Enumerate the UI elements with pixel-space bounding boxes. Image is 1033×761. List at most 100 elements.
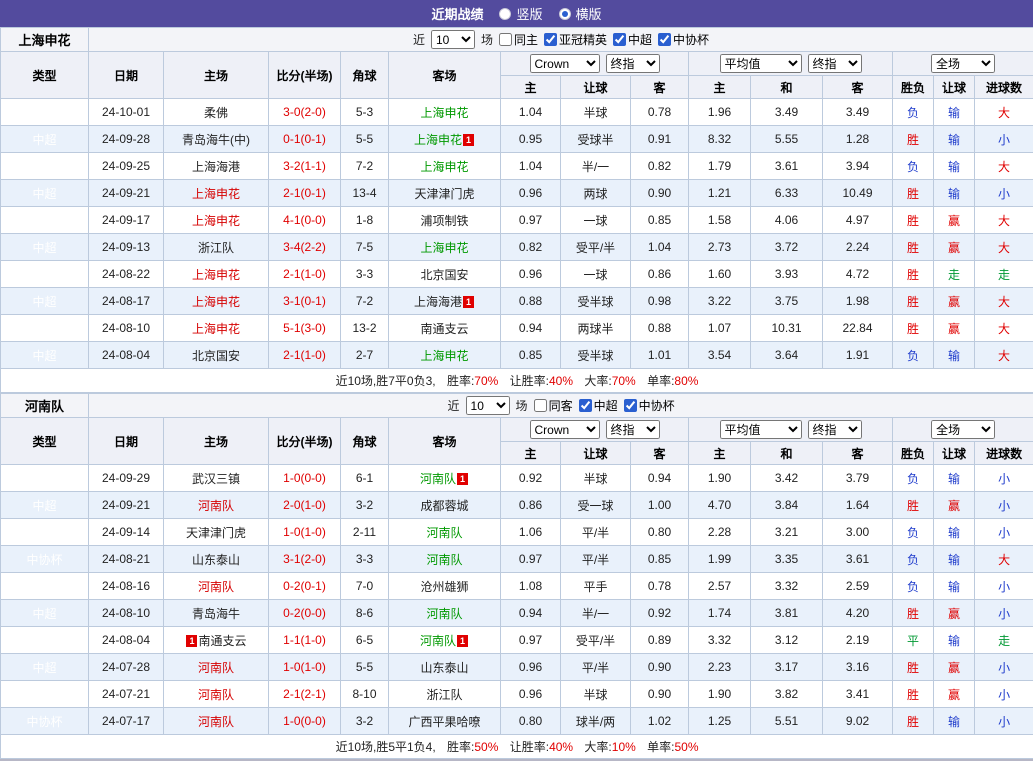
radio-label: 横版 <box>576 4 602 23</box>
home-team-link[interactable]: 武汉三镇 <box>192 472 240 486</box>
score-link[interactable]: 1-0(1-0) <box>283 660 326 674</box>
score-link[interactable]: 2-1(2-1) <box>283 687 326 701</box>
score-link[interactable]: 3-4(2-2) <box>283 240 326 254</box>
away-team-cell: 南通支云 <box>389 315 501 342</box>
score-link[interactable]: 0-2(0-1) <box>283 579 326 593</box>
away-team-link[interactable]: 上海申花 <box>420 241 468 255</box>
odds-stage-select[interactable]: 终指 <box>606 420 660 439</box>
odds-source-select[interactable]: Crown <box>530 54 600 73</box>
score-link[interactable]: 2-1(0-1) <box>283 186 326 200</box>
filter-checkbox-0[interactable]: 同客 <box>534 397 573 414</box>
home-team-link[interactable]: 浙江队 <box>198 241 234 255</box>
odds-home: 0.95 <box>501 126 561 153</box>
home-team-cell: 上海海港 <box>164 153 269 180</box>
corner-count: 13-4 <box>341 180 389 207</box>
checkbox-input[interactable] <box>499 33 512 46</box>
filter-checkbox-2[interactable]: 中超 <box>613 31 652 48</box>
score-cell: 3-1(2-0) <box>269 546 341 573</box>
score-link[interactable]: 0-2(0-0) <box>283 606 326 620</box>
away-team-link[interactable]: 浦项制铁 <box>420 214 468 228</box>
away-team-link[interactable]: 上海海港 <box>414 295 462 309</box>
score-link[interactable]: 2-1(1-0) <box>283 267 326 281</box>
home-team-link[interactable]: 上海申花 <box>192 214 240 228</box>
score-link[interactable]: 3-1(2-0) <box>283 552 326 566</box>
home-team-link[interactable]: 河南队 <box>198 688 234 702</box>
sub-header-5: 客 <box>823 76 893 99</box>
home-team-link[interactable]: 上海申花 <box>192 187 240 201</box>
away-team-link[interactable]: 北京国安 <box>420 268 468 282</box>
away-team-link[interactable]: 沧州雄狮 <box>420 580 468 594</box>
filter-checkbox-1[interactable]: 中超 <box>579 397 618 414</box>
away-team-link[interactable]: 河南队 <box>420 634 456 648</box>
scope-select[interactable]: 全场 <box>931 420 995 439</box>
score-link[interactable]: 3-1(0-1) <box>283 294 326 308</box>
home-team-link[interactable]: 河南队 <box>198 661 234 675</box>
avg-home: 2.23 <box>689 654 751 681</box>
away-team-link[interactable]: 山东泰山 <box>420 661 468 675</box>
score-link[interactable]: 3-0(2-0) <box>283 105 326 119</box>
home-team-link[interactable]: 天津津门虎 <box>186 526 246 540</box>
away-team-link[interactable]: 河南队 <box>426 526 462 540</box>
score-link[interactable]: 1-0(1-0) <box>283 525 326 539</box>
filter-checkbox-0[interactable]: 同主 <box>499 31 538 48</box>
home-team-link[interactable]: 山东泰山 <box>192 553 240 567</box>
home-team-link[interactable]: 上海申花 <box>192 322 240 336</box>
checkbox-input[interactable] <box>544 33 557 46</box>
away-team-link[interactable]: 河南队 <box>426 607 462 621</box>
score-link[interactable]: 1-1(1-0) <box>283 633 326 647</box>
score-link[interactable]: 2-1(1-0) <box>283 348 326 362</box>
avg-stage-select[interactable]: 终指 <box>808 54 862 73</box>
checkbox-input[interactable] <box>624 399 637 412</box>
score-link[interactable]: 2-0(1-0) <box>283 498 326 512</box>
checkbox-input[interactable] <box>658 33 671 46</box>
away-team-link[interactable]: 南通支云 <box>420 322 468 336</box>
home-team-link[interactable]: 河南队 <box>198 715 234 729</box>
score-link[interactable]: 3-2(1-1) <box>283 159 326 173</box>
away-team-link[interactable]: 上海申花 <box>420 349 468 363</box>
score-link[interactable]: 1-0(0-0) <box>283 714 326 728</box>
score-link[interactable]: 1-0(0-0) <box>283 471 326 485</box>
home-team-link[interactable]: 柔佛 <box>204 106 228 120</box>
score-link[interactable]: 4-1(0-0) <box>283 213 326 227</box>
away-team-link[interactable]: 上海申花 <box>414 133 462 147</box>
recent-label-prefix: 近 <box>413 31 425 48</box>
away-team-link[interactable]: 河南队 <box>426 553 462 567</box>
score-link[interactable]: 0-1(0-1) <box>283 132 326 146</box>
home-team-link[interactable]: 河南队 <box>198 580 234 594</box>
scope-select[interactable]: 全场 <box>931 54 995 73</box>
home-team-link[interactable]: 上海海港 <box>192 160 240 174</box>
away-team-link[interactable]: 上海申花 <box>420 160 468 174</box>
recent-count-select[interactable]: 10 <box>466 396 510 415</box>
odds-stage-select[interactable]: 终指 <box>606 54 660 73</box>
filter-checkbox-1[interactable]: 亚冠精英 <box>544 31 607 48</box>
away-team-link[interactable]: 河南队 <box>420 472 456 486</box>
checkbox-input[interactable] <box>579 399 592 412</box>
avg-stage-select[interactable]: 终指 <box>808 420 862 439</box>
away-team-link[interactable]: 上海申花 <box>420 106 468 120</box>
checkbox-input[interactable] <box>534 399 547 412</box>
away-team-link[interactable]: 成都蓉城 <box>420 499 468 513</box>
away-team-link[interactable]: 广西平果哈嘹 <box>408 715 480 729</box>
recent-count-select[interactable]: 10 <box>431 30 475 49</box>
score-link[interactable]: 5-1(3-0) <box>283 321 326 335</box>
avg-source-select[interactable]: 平均值 <box>720 420 802 439</box>
away-team-link[interactable]: 浙江队 <box>426 688 462 702</box>
checkbox-input[interactable] <box>613 33 626 46</box>
home-team-link[interactable]: 上海申花 <box>192 295 240 309</box>
away-team-link[interactable]: 天津津门虎 <box>414 187 474 201</box>
odds-source-select[interactable]: Crown <box>530 420 600 439</box>
avg-source-select[interactable]: 平均值 <box>720 54 802 73</box>
avg-draw: 3.21 <box>751 519 823 546</box>
view-mode-radio-selected[interactable]: 横版 <box>559 4 602 23</box>
filter-checkbox-2[interactable]: 中协杯 <box>624 397 675 414</box>
column-header-4: 角球 <box>341 52 389 99</box>
home-team-link[interactable]: 北京国安 <box>192 349 240 363</box>
home-team-link[interactable]: 南通支云 <box>198 634 246 648</box>
home-team-link[interactable]: 河南队 <box>198 499 234 513</box>
match-date: 24-07-28 <box>89 654 164 681</box>
home-team-link[interactable]: 青岛海牛 <box>192 607 240 621</box>
home-team-link[interactable]: 上海申花 <box>192 268 240 282</box>
view-mode-radio-unselected[interactable]: 竖版 <box>499 4 542 23</box>
home-team-link[interactable]: 青岛海牛(中) <box>182 133 250 147</box>
filter-checkbox-3[interactable]: 中协杯 <box>658 31 709 48</box>
